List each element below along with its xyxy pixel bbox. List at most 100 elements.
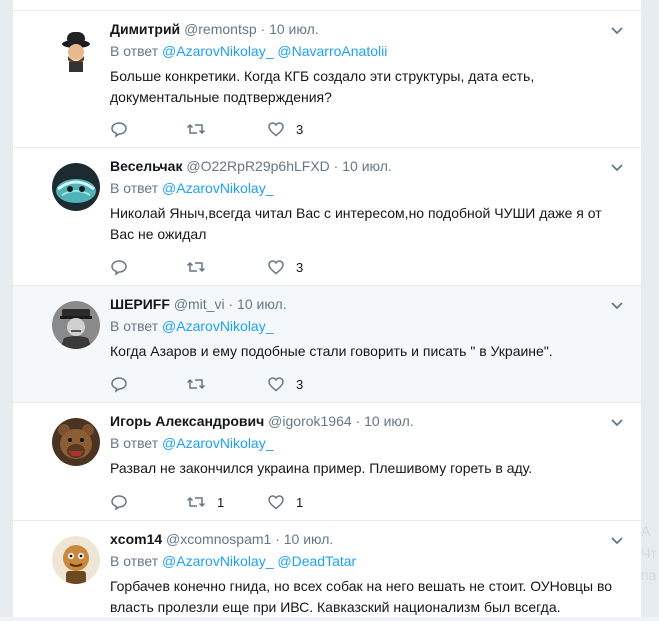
retweet-action[interactable] bbox=[186, 375, 217, 393]
reply-action[interactable] bbox=[110, 375, 139, 393]
user-handle[interactable]: @igorok1964 bbox=[268, 413, 352, 429]
mention-link[interactable]: @AzarovNikolay_ bbox=[162, 553, 273, 569]
tweet-content: Игорь Александрович @igorok1964 · 10 июл… bbox=[110, 412, 623, 479]
user-handle[interactable]: @remontsp bbox=[184, 21, 257, 37]
like-action[interactable]: 3 bbox=[267, 375, 303, 393]
reply-action[interactable] bbox=[110, 258, 139, 276]
tweet[interactable]: ШЕРИFF @mit_vi · 10 июл. В ответ @Azarov… bbox=[13, 286, 641, 403]
reply-prefix: В ответ bbox=[110, 180, 159, 196]
tweet-date[interactable]: 10 июл. bbox=[237, 296, 287, 312]
retweet-action[interactable] bbox=[186, 120, 217, 138]
like-count: 3 bbox=[296, 376, 304, 392]
tweet-content: xcom14 @xcomnospam1 · 10 июл. В ответ @A… bbox=[110, 530, 623, 618]
tweet-text: Николай Яныч,всегда читал Вас с интересо… bbox=[110, 205, 602, 242]
separator-dot: · bbox=[355, 413, 361, 429]
chevron-down-icon[interactable] bbox=[609, 159, 625, 175]
reply-prefix: В ответ bbox=[110, 43, 159, 59]
tweet-header: ШЕРИFF @mit_vi · 10 июл. bbox=[110, 295, 623, 314]
tweet-header: Димитрий @remontsp · 10 июл. bbox=[110, 20, 623, 39]
tweet-header: Игорь Александрович @igorok1964 · 10 июл… bbox=[110, 412, 623, 431]
retweet-action[interactable] bbox=[186, 258, 217, 276]
tweet-content: ШЕРИFF @mit_vi · 10 июл. В ответ @Azarov… bbox=[110, 295, 623, 362]
reply-prefix: В ответ bbox=[110, 553, 159, 569]
tweet-date[interactable]: 10 июл. bbox=[364, 413, 414, 429]
tweet-header: Весельчак @O22RpR29p6hLFXD · 10 июл. bbox=[110, 157, 623, 176]
tweet-date[interactable]: 10 июл. bbox=[269, 21, 319, 37]
tweet-text: Больше конкретики. Когда КГБ создало эти… bbox=[110, 68, 535, 105]
chevron-down-icon[interactable] bbox=[609, 532, 625, 548]
user-handle[interactable]: @O22RpR29p6hLFXD bbox=[186, 158, 329, 174]
user-name[interactable]: ШЕРИFF bbox=[110, 296, 170, 312]
retweet-icon bbox=[186, 496, 206, 508]
tweet[interactable]: xcom14 @xcomnospam1 · 10 июл. В ответ @A… bbox=[13, 521, 641, 621]
heart-icon bbox=[268, 122, 284, 137]
retweet-action[interactable]: 1 bbox=[186, 493, 224, 511]
reply-context: В ответ @AzarovNikolay_ bbox=[110, 179, 623, 198]
tweet-content: Весельчак @O22RpR29p6hLFXD · 10 июл. В о… bbox=[110, 157, 623, 245]
mention-link[interactable]: @DeadTatar bbox=[277, 553, 356, 569]
separator-dot: · bbox=[333, 158, 339, 174]
mention-link[interactable]: @AzarovNikolay_ bbox=[162, 180, 273, 196]
mention-link[interactable]: @NavarroAnatolii bbox=[277, 43, 387, 59]
ghost-text-line: Чт bbox=[641, 545, 657, 561]
user-name[interactable]: Игорь Александрович bbox=[110, 413, 264, 429]
retweet-icon bbox=[186, 123, 206, 135]
reply-context: В ответ @AzarovNikolay_ @DeadTatar bbox=[110, 552, 623, 571]
user-name[interactable]: xcom14 bbox=[110, 531, 162, 547]
reply-context: В ответ @AzarovNikolay_ bbox=[110, 434, 623, 453]
retweet-icon bbox=[186, 261, 206, 273]
tweet-text: Когда Азаров и ему подобные стали говори… bbox=[110, 343, 553, 359]
tweet[interactable]: Игорь Александрович @igorok1964 · 10 июл… bbox=[13, 403, 641, 521]
ghost-text-line: A bbox=[641, 523, 651, 539]
mention-link[interactable]: @AzarovNikolay_ bbox=[162, 318, 273, 334]
user-name[interactable]: Весельчак bbox=[110, 158, 182, 174]
separator-dot: · bbox=[228, 296, 234, 312]
chevron-down-icon[interactable] bbox=[609, 297, 625, 313]
tweet-header: xcom14 @xcomnospam1 · 10 июл. bbox=[110, 530, 623, 549]
tweet-text: Горбачев конечно гнида, но всех собак на… bbox=[110, 578, 613, 615]
mention-link[interactable]: @AzarovNikolay_ bbox=[162, 43, 273, 59]
retweet-icon bbox=[186, 378, 206, 390]
reply-action[interactable] bbox=[110, 120, 139, 138]
like-action[interactable]: 3 bbox=[267, 258, 303, 276]
reply-icon bbox=[111, 377, 127, 393]
tweet[interactable]: Весельчак @O22RpR29p6hLFXD · 10 июл. В о… bbox=[13, 148, 641, 286]
cartoon-character-avatar[interactable] bbox=[52, 536, 100, 584]
chevron-down-icon[interactable] bbox=[609, 22, 625, 38]
reply-icon bbox=[111, 260, 127, 276]
user-handle[interactable]: @mit_vi bbox=[174, 296, 225, 312]
bottom-edge bbox=[0, 617, 659, 621]
tweet[interactable]: Димитрий @remontsp · 10 июл. В ответ @Az… bbox=[13, 11, 641, 148]
user-handle[interactable]: @xcomnospam1 bbox=[166, 531, 271, 547]
like-action[interactable]: 3 bbox=[267, 120, 303, 138]
reply-prefix: В ответ bbox=[110, 435, 159, 451]
like-count: 3 bbox=[296, 259, 304, 275]
reply-context: В ответ @AzarovNikolay_ @NavarroAnatolii bbox=[110, 42, 623, 61]
tweet-actions: 3 bbox=[110, 375, 410, 393]
ghost-text-line: па bbox=[641, 567, 657, 583]
like-action[interactable]: 1 bbox=[267, 493, 303, 511]
separator-dot: · bbox=[275, 531, 280, 547]
reply-action[interactable] bbox=[110, 493, 139, 511]
reply-prefix: В ответ bbox=[110, 318, 159, 334]
tweet-date[interactable]: 10 июл. bbox=[342, 158, 392, 174]
man-bowler-hat-avatar[interactable] bbox=[52, 26, 100, 74]
reply-context: В ответ @AzarovNikolay_ bbox=[110, 317, 623, 336]
tweet-date[interactable]: 10 июл. bbox=[284, 531, 334, 547]
mention-link[interactable]: @AzarovNikolay_ bbox=[162, 435, 273, 451]
user-name[interactable]: Димитрий bbox=[110, 21, 180, 37]
reply-icon bbox=[111, 122, 127, 138]
reply-icon bbox=[111, 495, 127, 511]
officer-portrait-avatar[interactable] bbox=[52, 301, 100, 349]
like-count: 1 bbox=[296, 494, 304, 510]
teal-mask-avatar[interactable] bbox=[52, 163, 100, 211]
tweet-actions: 3 bbox=[110, 120, 410, 138]
like-count: 3 bbox=[296, 121, 304, 137]
heart-icon bbox=[268, 495, 284, 510]
bear-avatar[interactable] bbox=[52, 418, 100, 466]
heart-icon bbox=[268, 377, 284, 392]
timeline: Димитрий @remontsp · 10 июл. В ответ @Az… bbox=[12, 0, 642, 621]
heart-icon bbox=[268, 260, 284, 275]
chevron-down-icon[interactable] bbox=[609, 414, 625, 430]
tweet-text: Развал не закончился украина пример. Пле… bbox=[110, 460, 533, 476]
